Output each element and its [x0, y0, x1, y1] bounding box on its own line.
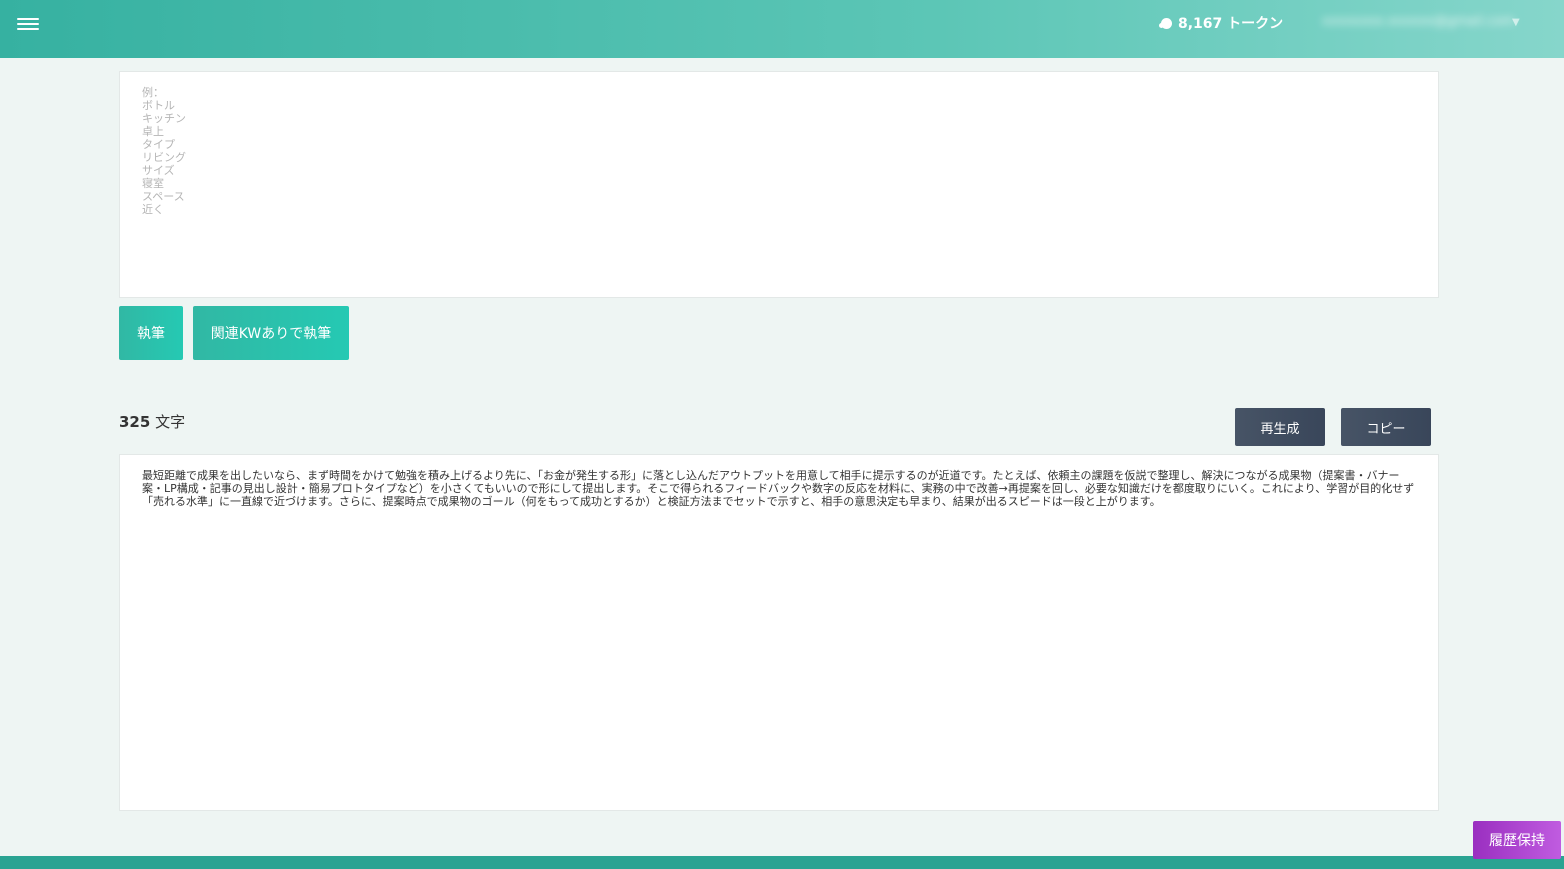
regenerate-button[interactable]: 再生成 — [1235, 408, 1325, 446]
character-count: 325 文字 — [119, 411, 185, 432]
user-account-menu[interactable]: xxxxxxxx.xxxxxx@gmail.com — [1322, 14, 1515, 29]
token-balance: 8,167 トークン — [1159, 13, 1284, 33]
keyword-textarea[interactable] — [120, 72, 1438, 297]
character-count-value: 325 — [119, 413, 151, 431]
top-app-bar: 8,167 トークン xxxxxxxx.xxxxxx@gmail.com ▼ — [0, 0, 1564, 58]
token-balance-label: 8,167 トークン — [1178, 16, 1284, 32]
history-keep-button[interactable]: 履歴保持 — [1473, 821, 1561, 859]
chevron-down-icon[interactable]: ▼ — [1512, 17, 1520, 28]
token-bubble-icon — [1159, 17, 1172, 29]
generated-text[interactable]: 最短距離で成果を出したいなら、まず時間をかけて勉強を積み上げるより先に、「お金が… — [120, 455, 1438, 508]
write-button[interactable]: 執筆 — [119, 306, 183, 360]
hamburger-menu-icon[interactable] — [17, 15, 39, 33]
character-count-unit: 文字 — [150, 413, 186, 431]
keyword-input-panel — [119, 71, 1439, 298]
bottom-bar — [0, 856, 1564, 869]
generated-text-panel[interactable]: 最短距離で成果を出したいなら、まず時間をかけて勉強を積み上げるより先に、「お金が… — [119, 454, 1439, 811]
copy-button[interactable]: コピー — [1341, 408, 1431, 446]
write-with-keywords-button[interactable]: 関連KWありで執筆 — [193, 306, 349, 360]
